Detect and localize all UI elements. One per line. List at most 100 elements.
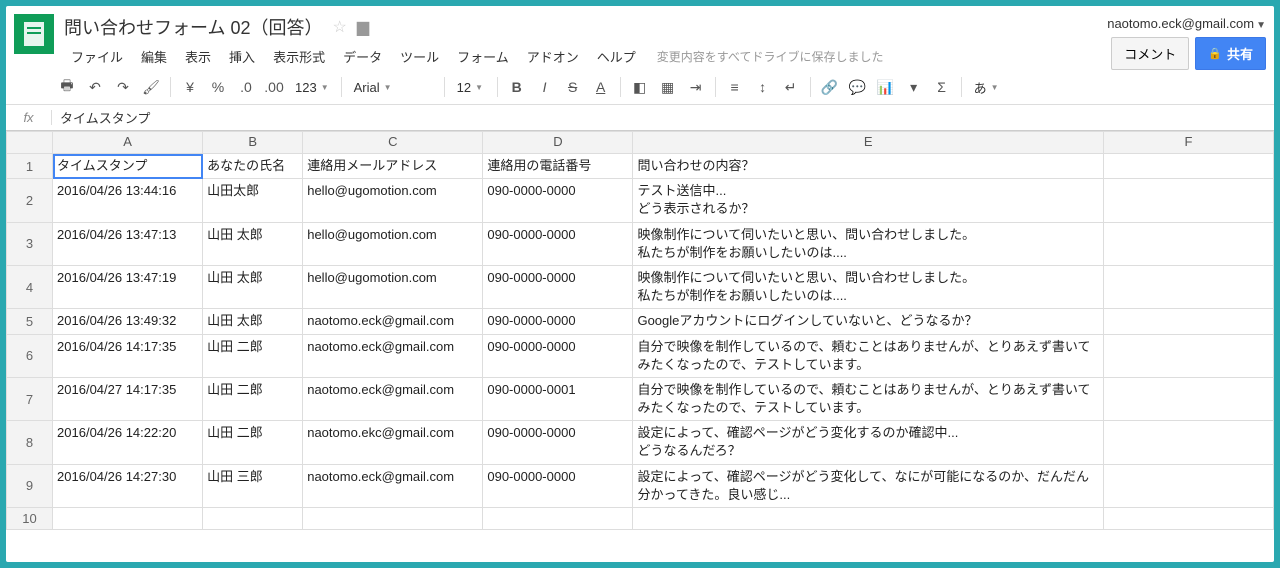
column-header-B[interactable]: B [203,132,303,154]
cell-B6[interactable]: 山田 二郎 [203,334,303,377]
cell-E5[interactable]: Googleアカウントにログインしていないと、どうなるか？ [633,309,1103,334]
row-header-5[interactable]: 5 [7,309,53,334]
insert-comment-icon[interactable]: 💬 [845,74,871,100]
cell-A2[interactable]: 2016/04/26 13:44:16 [53,179,203,222]
menu-表示形式[interactable]: 表示形式 [266,44,332,69]
undo-icon[interactable]: ↶ [82,74,108,100]
row-header-8[interactable]: 8 [7,421,53,464]
account-dropdown-icon[interactable]: ▼ [1256,20,1266,31]
cell-A10[interactable] [53,508,203,530]
cell-D6[interactable]: 090-0000-0000 [483,334,633,377]
fill-color-icon[interactable]: ◧ [627,74,653,100]
cell-B9[interactable]: 山田 三郎 [203,464,303,507]
menu-ツール[interactable]: ツール [393,44,446,69]
cell-D4[interactable]: 090-0000-0000 [483,265,633,308]
menu-データ[interactable]: データ [336,44,389,69]
cell-A1[interactable]: タイムスタンプ [53,154,203,179]
cell-F7[interactable] [1103,377,1273,420]
vertical-align-icon[interactable]: ↕ [750,74,776,100]
cell-D10[interactable] [483,508,633,530]
redo-icon[interactable]: ↷ [110,74,136,100]
cell-B7[interactable]: 山田 二郎 [203,377,303,420]
row-header-3[interactable]: 3 [7,222,53,265]
cell-F8[interactable] [1103,421,1273,464]
text-color-icon[interactable]: A [588,74,614,100]
text-wrap-icon[interactable]: ↵ [778,74,804,100]
menu-挿入[interactable]: 挿入 [222,44,262,69]
user-email[interactable]: naotomo.eck@gmail.com [1107,16,1254,31]
cell-A8[interactable]: 2016/04/26 14:22:20 [53,421,203,464]
cell-D8[interactable]: 090-0000-0000 [483,421,633,464]
cell-A3[interactable]: 2016/04/26 13:47:13 [53,222,203,265]
print-icon[interactable]: 🖶 [54,74,80,100]
cell-B3[interactable]: 山田 太郎 [203,222,303,265]
input-tools-select[interactable]: あ ▼ [968,75,1005,100]
cell-B4[interactable]: 山田 太郎 [203,265,303,308]
select-all-corner[interactable] [7,132,53,154]
cell-E7[interactable]: 自分で映像を制作しているので、頼むことはありませんが、とりあえず書いてみたくなっ… [633,377,1103,420]
cell-A9[interactable]: 2016/04/26 14:27:30 [53,464,203,507]
functions-icon[interactable]: Σ [929,74,955,100]
cell-F6[interactable] [1103,334,1273,377]
cell-F4[interactable] [1103,265,1273,308]
row-header-2[interactable]: 2 [7,179,53,222]
bold-icon[interactable]: B [504,74,530,100]
cell-F2[interactable] [1103,179,1273,222]
insert-link-icon[interactable]: 🔗 [817,74,843,100]
cell-C8[interactable]: naotomo.ekc@gmail.com [303,421,483,464]
column-header-C[interactable]: C [303,132,483,154]
italic-icon[interactable]: I [532,74,558,100]
cell-A6[interactable]: 2016/04/26 14:17:35 [53,334,203,377]
cell-F3[interactable] [1103,222,1273,265]
row-header-4[interactable]: 4 [7,265,53,308]
cell-C5[interactable]: naotomo.eck@gmail.com [303,309,483,334]
cell-C7[interactable]: naotomo.eck@gmail.com [303,377,483,420]
cell-D2[interactable]: 090-0000-0000 [483,179,633,222]
folder-icon[interactable]: ▆ [357,17,369,37]
decrease-decimal-icon[interactable]: .0 [233,74,259,100]
row-header-10[interactable]: 10 [7,508,53,530]
column-header-D[interactable]: D [483,132,633,154]
spreadsheet-grid[interactable]: ABCDEF 1タイムスタンプあなたの氏名連絡用メールアドレス連絡用の電話番号問… [6,131,1274,562]
star-icon[interactable]: ☆ [332,17,346,37]
menu-表示[interactable]: 表示 [178,44,218,69]
row-header-7[interactable]: 7 [7,377,53,420]
menu-編集[interactable]: 編集 [134,44,174,69]
cell-F9[interactable] [1103,464,1273,507]
cell-E2[interactable]: テスト送信中... どう表示されるか？ [633,179,1103,222]
menu-ヘルプ[interactable]: ヘルプ [590,44,643,69]
cell-C2[interactable]: hello@ugomotion.com [303,179,483,222]
cell-E8[interactable]: 設定によって、確認ページがどう変化するのか確認中... どうなるんだろ？ [633,421,1103,464]
filter-icon[interactable]: ▾ [901,74,927,100]
share-button[interactable]: 🔒共有 [1195,37,1266,70]
cell-F1[interactable] [1103,154,1273,179]
cell-E3[interactable]: 映像制作について伺いたいと思い、問い合わせしました。 私たちが制作をお願いしたい… [633,222,1103,265]
cell-E10[interactable] [633,508,1103,530]
column-header-F[interactable]: F [1103,132,1273,154]
menu-アドオン[interactable]: アドオン [520,44,586,69]
merge-cells-icon[interactable]: ⇥ [683,74,709,100]
cell-B1[interactable]: あなたの氏名 [203,154,303,179]
horizontal-align-icon[interactable]: ≡ [722,74,748,100]
cell-C6[interactable]: naotomo.eck@gmail.com [303,334,483,377]
cell-D3[interactable]: 090-0000-0000 [483,222,633,265]
cell-D9[interactable]: 090-0000-0000 [483,464,633,507]
currency-icon[interactable]: ¥ [177,74,203,100]
cell-D5[interactable]: 090-0000-0000 [483,309,633,334]
cell-C10[interactable] [303,508,483,530]
cell-E4[interactable]: 映像制作について伺いたいと思い、問い合わせしました。 私たちが制作をお願いしたい… [633,265,1103,308]
number-format-select[interactable]: 123 ▼ [289,77,335,98]
cell-B5[interactable]: 山田 太郎 [203,309,303,334]
cell-A7[interactable]: 2016/04/27 14:17:35 [53,377,203,420]
cell-F5[interactable] [1103,309,1273,334]
formula-input[interactable]: タイムスタンプ [52,108,1274,127]
sheets-logo-icon[interactable] [14,14,54,54]
strikethrough-icon[interactable]: S [560,74,586,100]
column-header-A[interactable]: A [53,132,203,154]
increase-decimal-icon[interactable]: .00 [261,74,287,100]
font-family-select[interactable]: Arial ▼ [348,77,438,98]
insert-chart-icon[interactable]: 📊 [873,74,899,100]
cell-A4[interactable]: 2016/04/26 13:47:19 [53,265,203,308]
cell-C9[interactable]: naotomo.eck@gmail.com [303,464,483,507]
comment-button[interactable]: コメント [1111,37,1189,70]
